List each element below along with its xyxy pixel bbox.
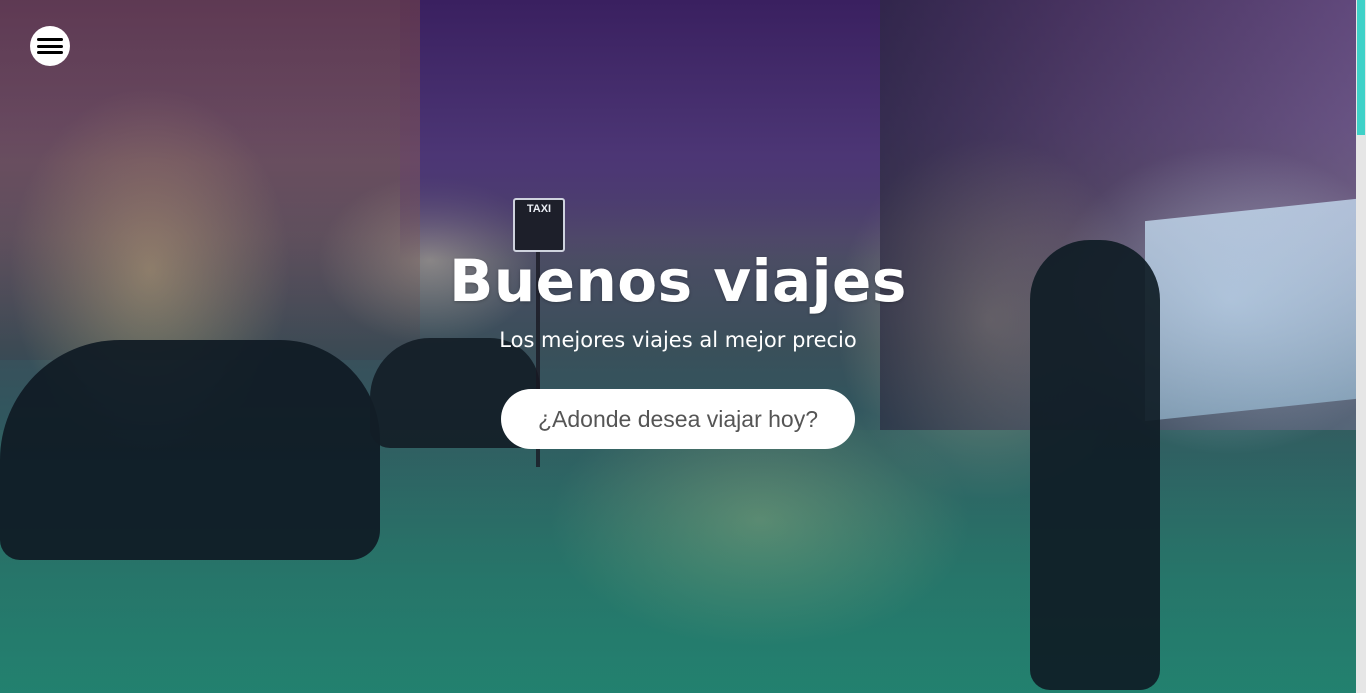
page-subtitle: Los mejores viajes al mejor precio [499,328,857,352]
hero-content: Buenos viajes Los mejores viajes al mejo… [0,245,1356,355]
destination-search-input[interactable] [501,389,855,449]
taxi-sign-image: TAXI [513,198,565,252]
page-title: Buenos viajes [449,247,907,315]
scrollbar[interactable] [1356,0,1366,693]
taxi-sign-label: TAXI [526,203,552,215]
scrollbar-thumb[interactable] [1357,0,1365,135]
taxi-car-image [0,340,380,560]
hamburger-menu-icon [37,36,63,56]
menu-button[interactable] [30,26,70,66]
